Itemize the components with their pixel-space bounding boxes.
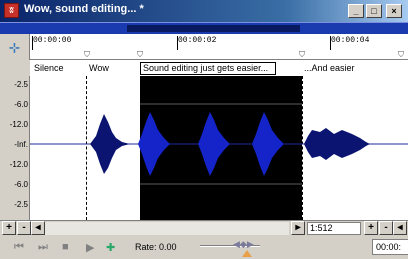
rate-slider-thumb-icon[interactable]: ◀◆▶ — [233, 240, 255, 249]
region-marker-icon[interactable]: ⛉ — [137, 51, 143, 59]
close-button[interactable]: × — [386, 4, 402, 18]
wave-burst — [252, 112, 284, 176]
maximize-button[interactable]: □ — [366, 4, 382, 18]
ruler-tick — [330, 36, 331, 50]
region-marker-icon[interactable]: ⛉ — [299, 51, 305, 59]
zoom-in-button[interactable]: + — [364, 221, 378, 235]
go-to-end-icon[interactable]: ⏭ — [38, 241, 48, 254]
wave-burst — [198, 112, 230, 176]
region-label[interactable]: Sound editing just gets easier... — [143, 63, 268, 73]
stop-icon[interactable]: ■ — [62, 241, 69, 253]
db-label: -Inf. — [14, 140, 28, 149]
snap-to-grid-icon[interactable]: ⊹ — [9, 40, 20, 56]
time-display: 00:00: — [372, 239, 408, 255]
region-label[interactable]: Wow — [89, 63, 109, 73]
ruler-tick — [177, 36, 178, 50]
db-label: -2.5 — [14, 200, 28, 209]
play-icon[interactable]: ▶ — [86, 241, 94, 254]
zoom-ratio-field[interactable]: 1:512 — [307, 222, 361, 235]
db-label: -6.0 — [14, 180, 28, 189]
wave-burst — [138, 112, 170, 176]
db-label: -12.0 — [9, 120, 28, 129]
region-marker-icon[interactable]: ⛉ — [398, 51, 404, 59]
rate-label: Rate: 0.00 — [135, 242, 177, 252]
time-label: 00:00:00 — [33, 36, 72, 45]
scroll-left-icon[interactable]: ◂ — [31, 221, 45, 235]
db-label: -12.0 — [9, 160, 28, 169]
go-to-start-icon[interactable]: ⏮ — [14, 241, 24, 254]
zoom-out-button[interactable]: - — [379, 221, 393, 235]
time-label: 00:00:04 — [331, 36, 370, 45]
region-label[interactable]: ...And easier — [304, 63, 355, 73]
db-label: -2.5 — [14, 80, 28, 89]
zoom-out-button[interactable]: - — [17, 221, 31, 235]
waveform — [30, 103, 408, 185]
region-label[interactable]: Silence — [34, 63, 64, 73]
scroll-right-icon[interactable]: ▸ — [291, 221, 305, 235]
time-label: 00:00:02 — [178, 36, 217, 45]
wave-burst — [90, 114, 130, 174]
sound-forge-icon: ʬ — [4, 3, 19, 18]
db-label: -6.0 — [14, 100, 28, 109]
overview-visible-range[interactable] — [127, 25, 300, 32]
ruler-tick — [32, 36, 33, 50]
play-all-icon[interactable]: ✚ — [106, 241, 115, 254]
level-zoom-icon[interactable]: ◂ — [393, 221, 407, 235]
zoom-in-button[interactable]: + — [2, 221, 16, 235]
wave-burst — [304, 128, 370, 160]
horizontal-scrollbar[interactable] — [45, 222, 289, 235]
rate-pointer-icon — [242, 250, 252, 257]
region-marker-icon[interactable]: ⛉ — [84, 51, 90, 59]
window-title: Wow, sound editing... * — [24, 3, 144, 15]
minimize-button[interactable]: _ — [348, 4, 364, 18]
